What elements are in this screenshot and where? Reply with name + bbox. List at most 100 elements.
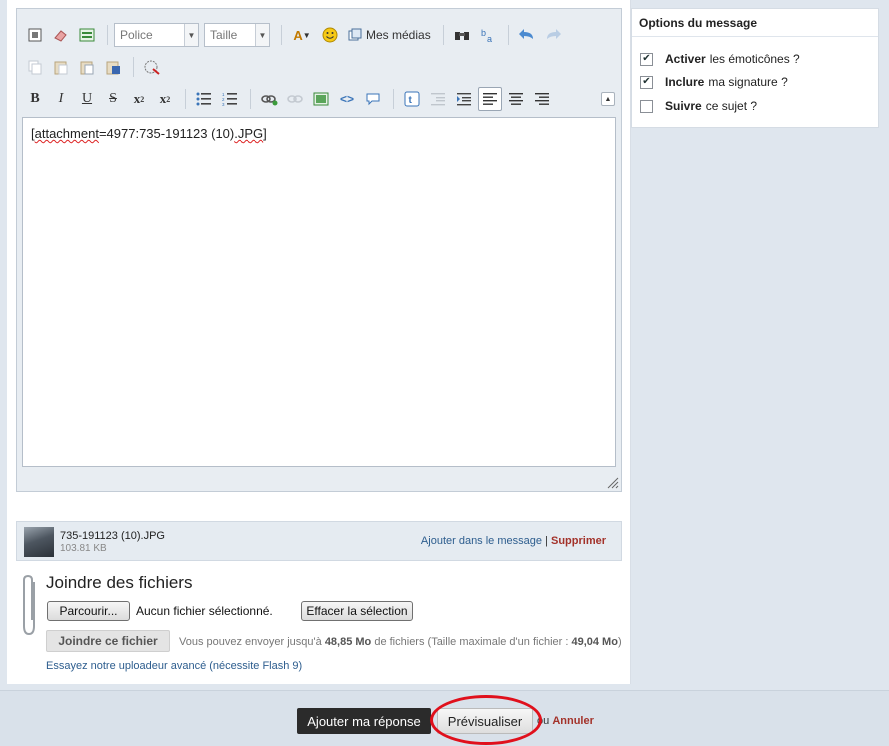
or-text: ou — [537, 715, 550, 727]
attach-file-button[interactable]: Joindre ce fichier — [46, 630, 170, 652]
code-icon[interactable]: <> — [335, 87, 359, 111]
copy-icon[interactable] — [23, 55, 47, 79]
binoculars-icon[interactable] — [450, 23, 474, 47]
option-subscribe-label: ce sujet ? — [705, 99, 758, 113]
message-text-body: =4977:735-191123 (10) — [98, 126, 235, 141]
toolbar-separator — [281, 25, 282, 45]
collapse-toolbar-icon[interactable]: ▲ — [601, 92, 615, 106]
upload-limit-text: Vous pouvez envoyer jusqu'à 48,85 Mo de … — [179, 636, 622, 648]
option-signature-label: ma signature ? — [708, 75, 788, 89]
remove-format-icon[interactable] — [140, 55, 164, 79]
editor-toolbar-row-2 — [23, 54, 166, 80]
attachment-thumbnail[interactable] — [24, 527, 54, 557]
indent-icon[interactable] — [452, 87, 476, 111]
align-right-icon[interactable] — [530, 87, 554, 111]
attachment-actions: Ajouter dans le message | Supprimer — [421, 535, 606, 547]
option-emoticons[interactable]: ✔ Activer les émoticônes ? — [640, 52, 800, 66]
strikethrough-icon[interactable]: S — [101, 87, 125, 111]
eraser-icon[interactable] — [49, 23, 73, 47]
align-center-icon[interactable] — [504, 87, 528, 111]
message-text-misspelled: attachment — [34, 126, 99, 141]
undo-icon[interactable] — [515, 23, 539, 47]
option-emoticons-bold: Activer — [665, 52, 706, 66]
svg-text:b: b — [481, 28, 486, 38]
paste-icon[interactable] — [49, 55, 73, 79]
toolbar-separator — [133, 57, 134, 77]
option-signature[interactable]: ✔ Inclure ma signature ? — [640, 75, 788, 89]
message-textarea[interactable]: [attachment=4977:735-191123 (10).JPG] — [22, 117, 616, 467]
insert-attachment-link[interactable]: Ajouter dans le message — [421, 535, 542, 547]
my-media-button[interactable]: Mes médias — [344, 23, 435, 47]
limit-prefix: Vous pouvez envoyer jusqu'à — [179, 636, 325, 648]
resize-handle-icon[interactable] — [607, 477, 619, 489]
underline-icon[interactable]: U — [75, 87, 99, 111]
subscript-icon[interactable]: x2 — [127, 87, 151, 111]
align-left-icon[interactable] — [478, 87, 502, 111]
emoticons-checkbox[interactable]: ✔ — [640, 52, 653, 66]
submit-reply-button[interactable]: Ajouter ma réponse — [297, 708, 431, 734]
delete-attachment-link[interactable]: Supprimer — [551, 535, 606, 547]
limit-total: 48,85 Mo — [324, 636, 372, 648]
toolbar-separator — [250, 89, 251, 109]
superscript-icon[interactable]: x2 — [153, 87, 177, 111]
font-size-select[interactable]: Taille ▼ — [204, 23, 270, 47]
media-icon — [348, 28, 362, 41]
paste-word-icon[interactable] — [101, 55, 125, 79]
toggle-toolbar-icon[interactable] — [75, 23, 99, 47]
toolbar-separator — [185, 89, 186, 109]
subscribe-checkbox[interactable] — [640, 99, 653, 113]
toolbar-separator — [442, 25, 444, 45]
option-emoticons-label: les émoticônes ? — [709, 52, 800, 66]
bullet-list-icon[interactable] — [192, 87, 216, 111]
bold-icon[interactable]: B — [23, 87, 47, 111]
signature-checkbox[interactable]: ✔ — [640, 75, 653, 89]
clear-selection-button[interactable]: Effacer la sélection — [301, 601, 413, 621]
numbered-list-icon[interactable]: 123 — [218, 87, 242, 111]
rich-text-editor: Police ▼ Taille ▼ A ▼ Mes médias b a B I… — [16, 8, 622, 492]
outdent-icon[interactable] — [426, 87, 450, 111]
svg-text:3: 3 — [222, 102, 225, 106]
message-text-extension: .JPG — [234, 126, 264, 141]
form-actions-bar: Ajouter ma réponse Prévisualiser ou Annu… — [0, 690, 889, 746]
option-signature-bold: Inclure — [665, 75, 705, 89]
option-subscribe[interactable]: Suivre ce sujet ? — [640, 99, 757, 113]
insert-image-icon[interactable] — [309, 87, 333, 111]
cancel-area: ou Annuler — [537, 715, 594, 727]
paste-text-icon[interactable] — [75, 55, 99, 79]
svg-text:a: a — [487, 34, 492, 43]
chevron-down-icon: ▼ — [184, 24, 198, 46]
toolbar-separator — [107, 25, 108, 45]
advanced-uploader-link[interactable]: Essayez notre uploadeur avancé (nécessit… — [46, 660, 302, 672]
replace-icon[interactable]: ba — [476, 23, 500, 47]
font-size-placeholder: Taille — [210, 28, 238, 42]
text-color-icon[interactable]: A ▼ — [288, 23, 316, 47]
upload-section-title: Joindre des fichiers — [46, 573, 193, 592]
twitter-icon[interactable]: t — [400, 87, 424, 111]
attachment-filesize: 103.81 KB — [60, 543, 107, 554]
cancel-link[interactable]: Annuler — [552, 715, 594, 727]
no-file-selected-text: Aucun fichier sélectionné. — [136, 604, 273, 618]
reply-form-panel: Police ▼ Taille ▼ A ▼ Mes médias b a B I… — [7, 0, 631, 684]
attachment-item: 735-191123 (10).JPG 103.81 KB Ajouter da… — [16, 521, 622, 561]
message-options-panel: Options du message ✔ Activer les émoticô… — [631, 8, 879, 128]
message-options-title: Options du message — [632, 9, 878, 37]
toolbar-separator — [393, 89, 394, 109]
attachment-filename: 735-191123 (10).JPG — [60, 530, 165, 542]
message-text-suffix: ] — [263, 126, 267, 141]
preview-button[interactable]: Prévisualiser — [437, 708, 533, 734]
smiley-icon[interactable] — [318, 23, 342, 47]
limit-file: 49,04 Mo — [571, 636, 618, 648]
quote-icon[interactable] — [361, 87, 385, 111]
limit-suffix: ) — [617, 636, 622, 648]
option-subscribe-bold: Suivre — [665, 99, 702, 113]
insert-link-icon[interactable] — [257, 87, 281, 111]
font-family-placeholder: Police — [120, 28, 153, 42]
italic-icon[interactable]: I — [49, 87, 73, 111]
toolbar-separator — [507, 25, 509, 45]
browse-button[interactable]: Parcourir... — [47, 601, 130, 621]
redo-icon[interactable] — [541, 23, 565, 47]
source-mode-icon[interactable] — [23, 23, 47, 47]
unlink-icon[interactable] — [283, 87, 307, 111]
font-family-select[interactable]: Police ▼ — [114, 23, 199, 47]
limit-mid: de fichiers (Taille maximale d'un fichie… — [371, 636, 572, 648]
